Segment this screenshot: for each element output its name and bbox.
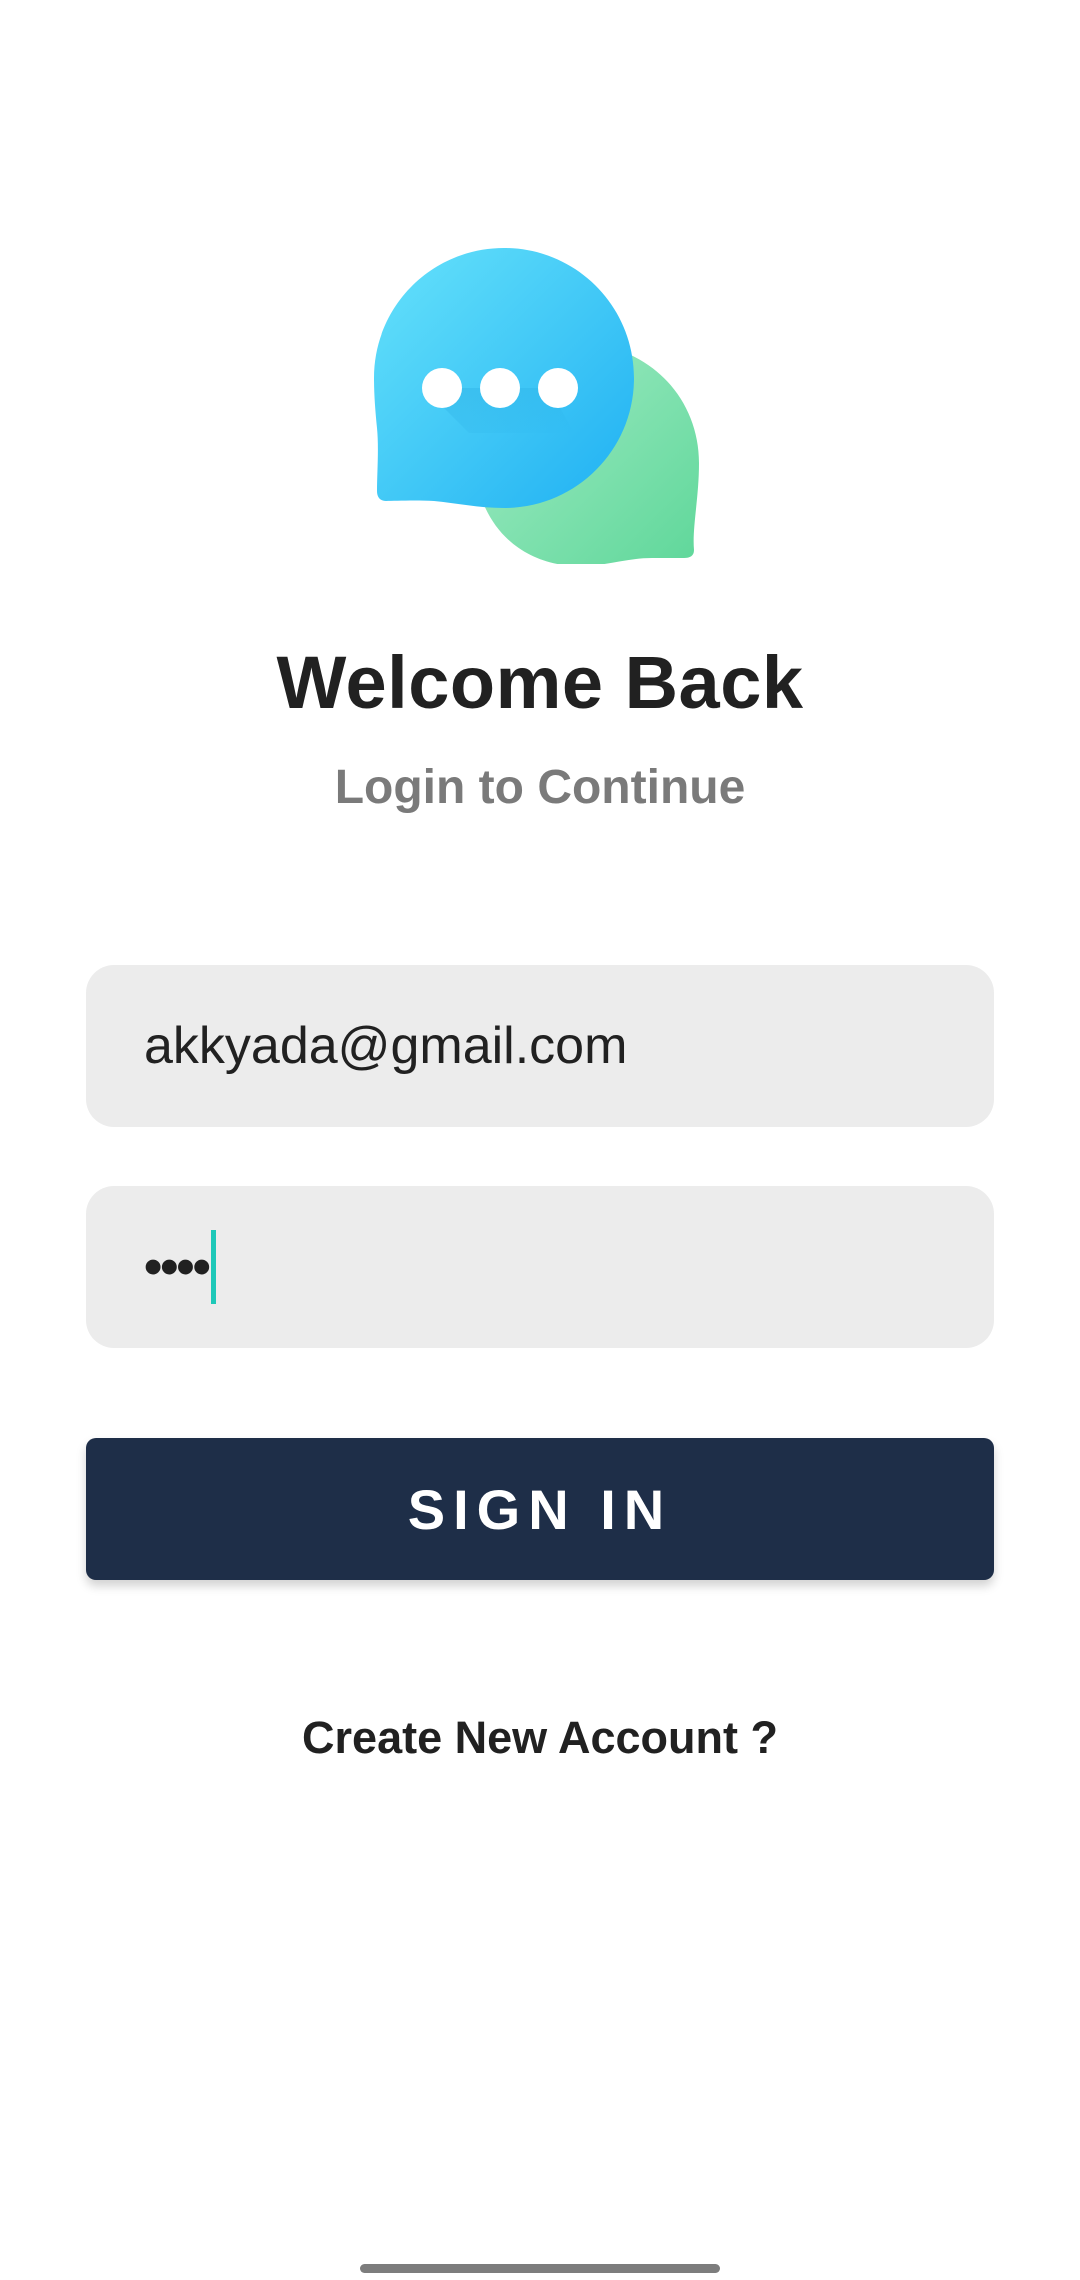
chat-bubbles-icon: [374, 248, 704, 564]
home-indicator[interactable]: [360, 2264, 720, 2273]
password-input[interactable]: ••••: [144, 1230, 216, 1304]
login-screen: Welcome Back Login to Continue •••• SIGN…: [0, 0, 1080, 2280]
password-masked-value: ••••: [144, 1238, 211, 1296]
sign-in-button[interactable]: SIGN IN: [86, 1438, 994, 1580]
email-field[interactable]: [86, 965, 994, 1127]
password-field[interactable]: ••••: [86, 1186, 994, 1348]
text-caret: [210, 1230, 216, 1304]
create-account-link[interactable]: Create New Account ?: [0, 1712, 1080, 1764]
page-subtitle: Login to Continue: [334, 761, 746, 814]
page-title: Welcome Back: [276, 641, 804, 724]
email-input[interactable]: [144, 1016, 944, 1076]
